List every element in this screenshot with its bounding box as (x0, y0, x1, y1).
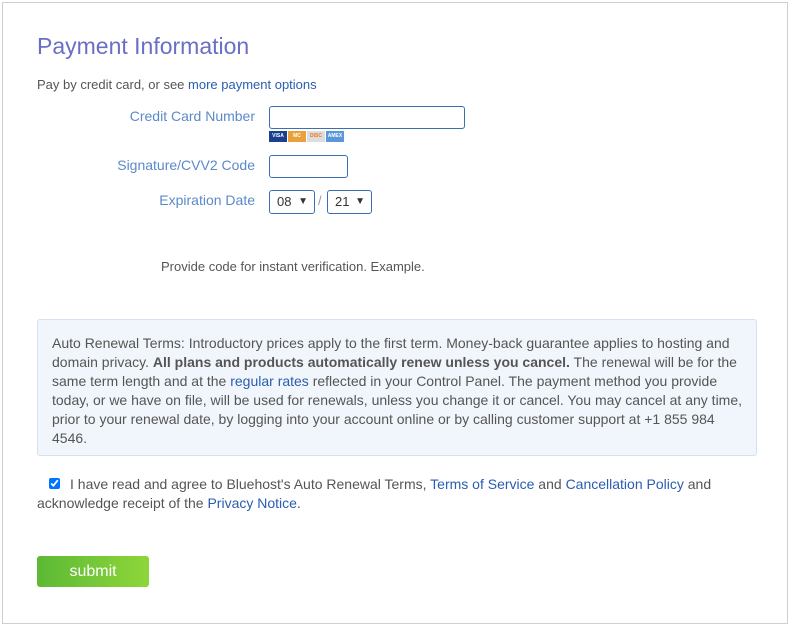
agreement: I have read and agree to Bluehost's Auto… (37, 475, 737, 513)
card-brands: VISA MC DISC AMEX (269, 131, 344, 142)
agree-text: . (296, 495, 301, 511)
exp-separator: / (318, 193, 322, 208)
discover-icon: DISC (307, 131, 325, 142)
exp-year-value: 21 (335, 194, 350, 209)
mastercard-icon: MC (288, 131, 306, 142)
regular-rates-link[interactable]: regular rates (230, 373, 309, 389)
privacy-notice-link[interactable]: Privacy Notice (207, 495, 296, 511)
verification-note: Provide code for instant verification. E… (161, 259, 425, 274)
more-payment-options-link[interactable]: more payment options (188, 77, 317, 92)
page-frame (2, 2, 788, 624)
exp-year-select[interactable]: 21 ▼ (327, 190, 372, 214)
auto-renewal-terms: Auto Renewal Terms: Introductory prices … (37, 319, 757, 456)
agree-checkbox[interactable] (49, 478, 60, 489)
chevron-down-icon: ▼ (355, 196, 365, 207)
exp-month-value: 08 (277, 194, 292, 209)
terms-of-service-link[interactable]: Terms of Service (430, 476, 534, 492)
cvv-input[interactable] (269, 155, 348, 178)
visa-icon: VISA (269, 131, 287, 142)
agree-text: and (534, 476, 566, 492)
cvv-label: Signature/CVV2 Code (117, 157, 255, 173)
agree-text: I have read and agree to Bluehost's Auto… (70, 476, 431, 492)
card-number-input[interactable] (269, 106, 465, 129)
card-number-label: Credit Card Number (129, 108, 255, 124)
terms-bold: All plans and products automatically ren… (152, 354, 570, 370)
subtitle-text: Pay by credit card, or see (37, 77, 189, 92)
submit-button[interactable]: submit (37, 556, 149, 587)
exp-month-select[interactable]: 08 ▼ (269, 190, 315, 214)
chevron-down-icon: ▼ (298, 196, 308, 207)
amex-icon: AMEX (326, 131, 344, 142)
payment-subtitle: Pay by credit card, or see more payment … (37, 77, 317, 92)
cancellation-policy-link[interactable]: Cancellation Policy (566, 476, 684, 492)
expiration-label: Expiration Date (159, 192, 255, 208)
page-title: Payment Information (37, 33, 250, 59)
